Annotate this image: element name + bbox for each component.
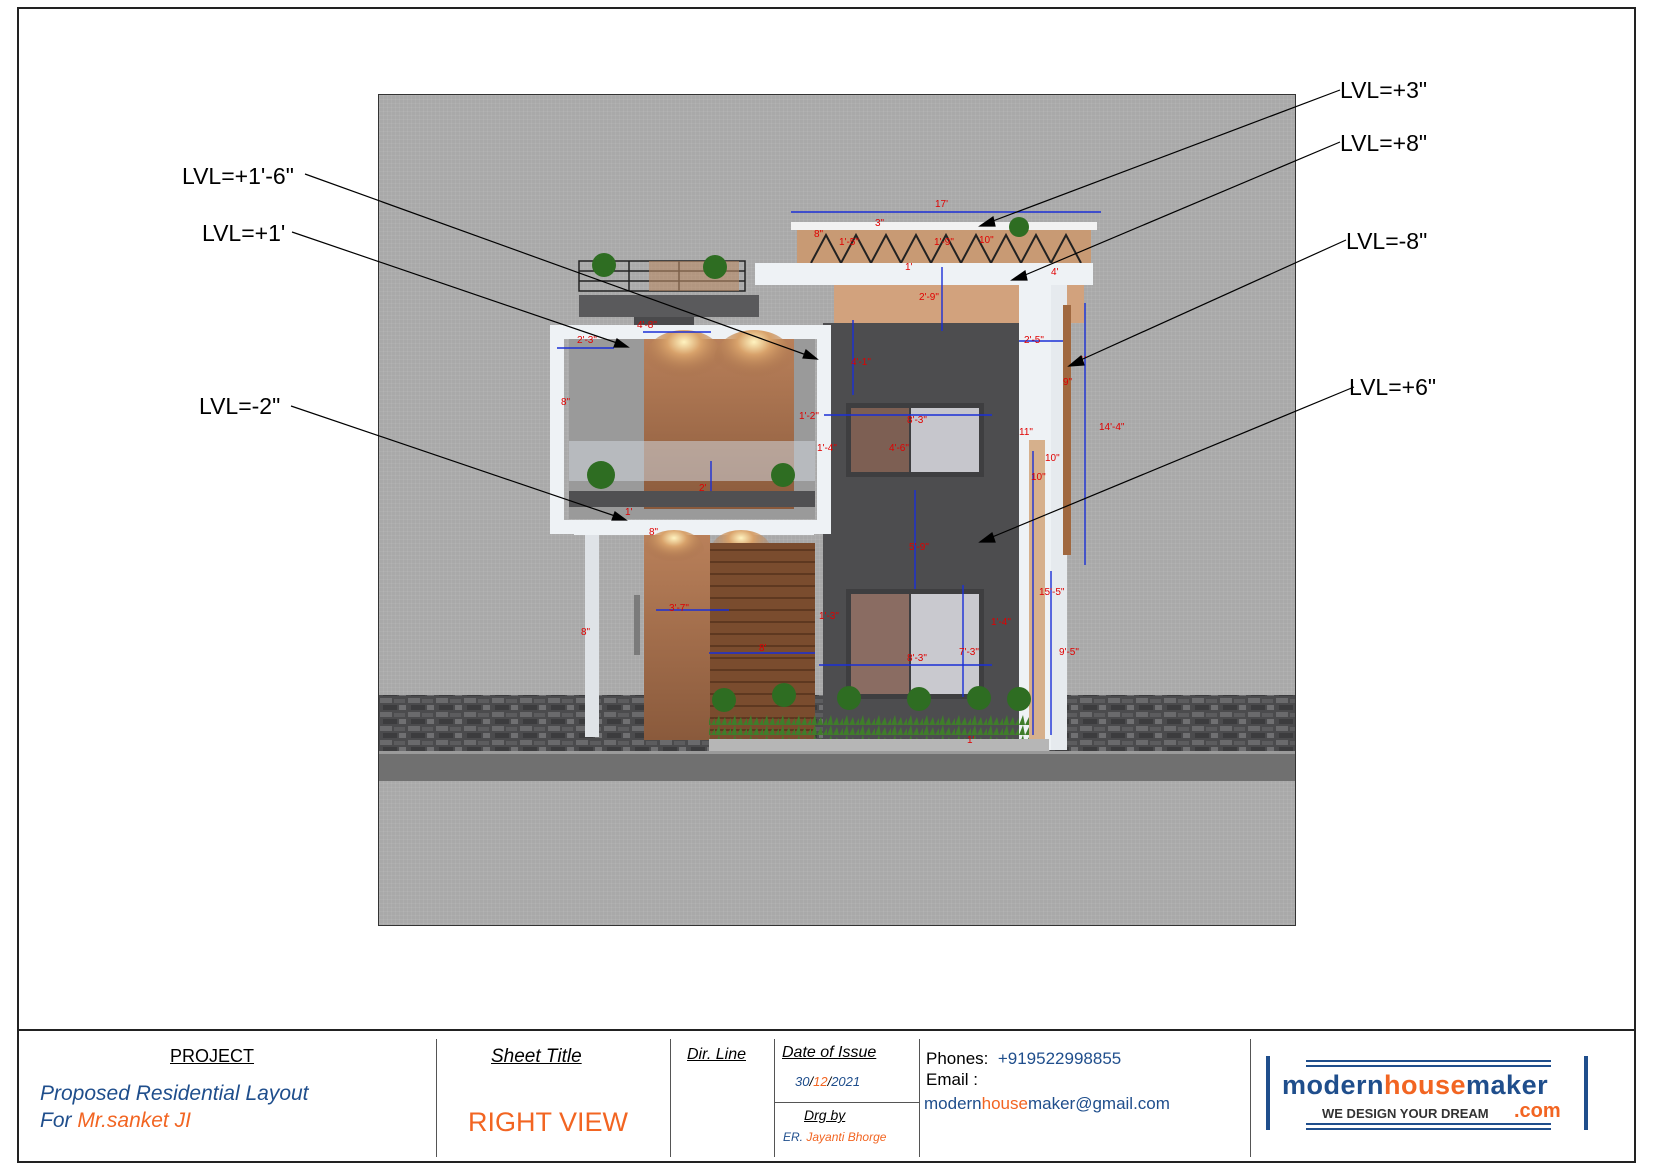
svg-text:7'-3": 7'-3": [959, 647, 979, 658]
logo-bar-right: [1584, 1056, 1588, 1130]
logo-rule: [1306, 1065, 1551, 1067]
svg-text:8': 8': [759, 643, 767, 654]
svg-text:15'-5": 15'-5": [1039, 587, 1065, 598]
logo-wordmark: modernhousemaker: [1282, 1070, 1548, 1101]
company-logo: modernhousemaker WE DESIGN YOUR DREAM .c…: [1262, 1056, 1592, 1130]
svg-text:1': 1': [967, 735, 975, 746]
svg-text:8'-3": 8'-3": [907, 653, 927, 664]
svg-text:3": 3": [875, 218, 885, 229]
email-part: maker@gmail.com: [1027, 1094, 1170, 1113]
svg-text:1'-2": 1'-2": [799, 411, 819, 422]
client-name: Mr.sanket JI: [77, 1109, 191, 1132]
logo-tagline: WE DESIGN YOUR DREAM: [1322, 1106, 1489, 1121]
level-label-minus-8: LVL=-8": [1346, 228, 1428, 254]
elevation-render: 17' 3" 8" 1'-5" 1'-9" 10" 1' 4' 2'-9" 4'…: [378, 94, 1296, 926]
logo-rule: [1306, 1128, 1551, 1130]
svg-text:1': 1': [905, 262, 913, 273]
svg-text:9": 9": [1063, 377, 1073, 388]
logo-rule: [1306, 1060, 1551, 1062]
email-address[interactable]: modernhousemaker@gmail.com: [924, 1094, 1170, 1114]
svg-text:4'-6": 4'-6": [889, 443, 909, 454]
level-label-minus-2: LVL=-2": [199, 393, 281, 419]
phone-number[interactable]: +919522998855: [998, 1049, 1121, 1068]
svg-text:4'-1": 4'-1": [851, 357, 871, 368]
svg-text:1'-4": 1'-4": [991, 617, 1011, 628]
level-label-plus-8: LVL=+8": [1340, 130, 1428, 156]
sheet-title: RIGHT VIEW: [468, 1107, 629, 1137]
project-line-1: Proposed Residential Layout: [40, 1082, 309, 1105]
sheet-title-heading: Sheet Title: [491, 1046, 582, 1067]
logo-text: modern: [1282, 1070, 1385, 1100]
project-heading: PROJECT: [170, 1046, 255, 1066]
level-label-plus-1: LVL=+1': [202, 220, 286, 246]
project-line-2: For Mr.sanket JI: [40, 1109, 191, 1133]
svg-text:10": 10": [1031, 472, 1046, 483]
svg-text:8": 8": [561, 397, 571, 408]
logo-bar-left: [1266, 1056, 1270, 1130]
project-for-prefix: For: [40, 1109, 78, 1132]
svg-text:1'-5": 1'-5": [839, 237, 859, 248]
svg-text:1': 1': [625, 507, 633, 518]
drawn-by-name: Jayanti Bhorge: [806, 1130, 887, 1144]
svg-text:5'-9": 5'-9": [909, 542, 929, 553]
logo-rule: [1306, 1123, 1551, 1125]
svg-text:11": 11": [1019, 427, 1033, 438]
svg-text:8'-3": 8'-3": [907, 415, 927, 426]
date-month: 12: [813, 1074, 828, 1089]
svg-text:1': 1': [1079, 355, 1087, 366]
drg-by-heading: Drg by: [804, 1107, 846, 1123]
phones-label: Phones:: [926, 1049, 989, 1068]
date-drg-divider: [774, 1102, 919, 1103]
svg-text:9'-5": 9'-5": [1059, 647, 1079, 658]
svg-text:1'-3": 1'-3": [819, 611, 839, 622]
svg-text:2'-5": 2'-5": [1024, 335, 1044, 346]
date-day: 30: [795, 1074, 810, 1089]
title-divider: [670, 1039, 671, 1157]
date-year: 2021: [831, 1074, 861, 1089]
level-label-plus-6: LVL=+6": [1349, 374, 1437, 400]
svg-text:2': 2': [699, 483, 707, 494]
level-label-plus-3: LVL=+3": [1340, 77, 1428, 103]
svg-text:1'-9": 1'-9": [934, 237, 954, 248]
svg-text:4'-8": 4'-8": [637, 320, 657, 331]
svg-text:14'-4": 14'-4": [1099, 422, 1125, 433]
drawn-by-prefix: ER.: [783, 1130, 804, 1144]
svg-text:10": 10": [979, 235, 994, 246]
email-part: house: [981, 1094, 1028, 1113]
house-elevation-drawing: 17' 3" 8" 1'-5" 1'-9" 10" 1' 4' 2'-9" 4'…: [379, 199, 1295, 781]
date-of-issue: 30/12/2021: [795, 1074, 860, 1089]
date-heading: Date of Issue: [782, 1044, 877, 1061]
title-divider: [774, 1039, 775, 1157]
drawn-by: ER. Jayanti Bhorge: [783, 1130, 886, 1144]
dir-line-heading: Dir. Line: [687, 1046, 746, 1063]
svg-text:4': 4': [1051, 267, 1059, 278]
svg-text:2'-9": 2'-9": [919, 292, 939, 303]
phones-line: Phones: +919522998855: [926, 1049, 1121, 1069]
title-divider: [436, 1039, 437, 1157]
svg-text:17': 17': [935, 199, 948, 210]
svg-text:2'-3": 2'-3": [577, 335, 597, 346]
svg-text:8": 8": [649, 527, 659, 538]
email-label: Email :: [926, 1070, 978, 1089]
svg-text:8": 8": [814, 229, 824, 240]
svg-text:1'-4": 1'-4": [817, 443, 837, 454]
logo-text: maker: [1466, 1070, 1549, 1100]
svg-text:3'-7": 3'-7": [669, 603, 689, 614]
email-part: modern: [924, 1094, 982, 1113]
svg-text:10": 10": [1045, 453, 1060, 464]
logo-text: house: [1384, 1070, 1467, 1100]
title-divider: [919, 1039, 920, 1157]
svg-text:8": 8": [581, 627, 591, 638]
logo-dotcom: .com: [1514, 1100, 1561, 1122]
title-divider: [1250, 1039, 1251, 1157]
level-label-plus-1-6: LVL=+1'-6": [182, 163, 294, 189]
